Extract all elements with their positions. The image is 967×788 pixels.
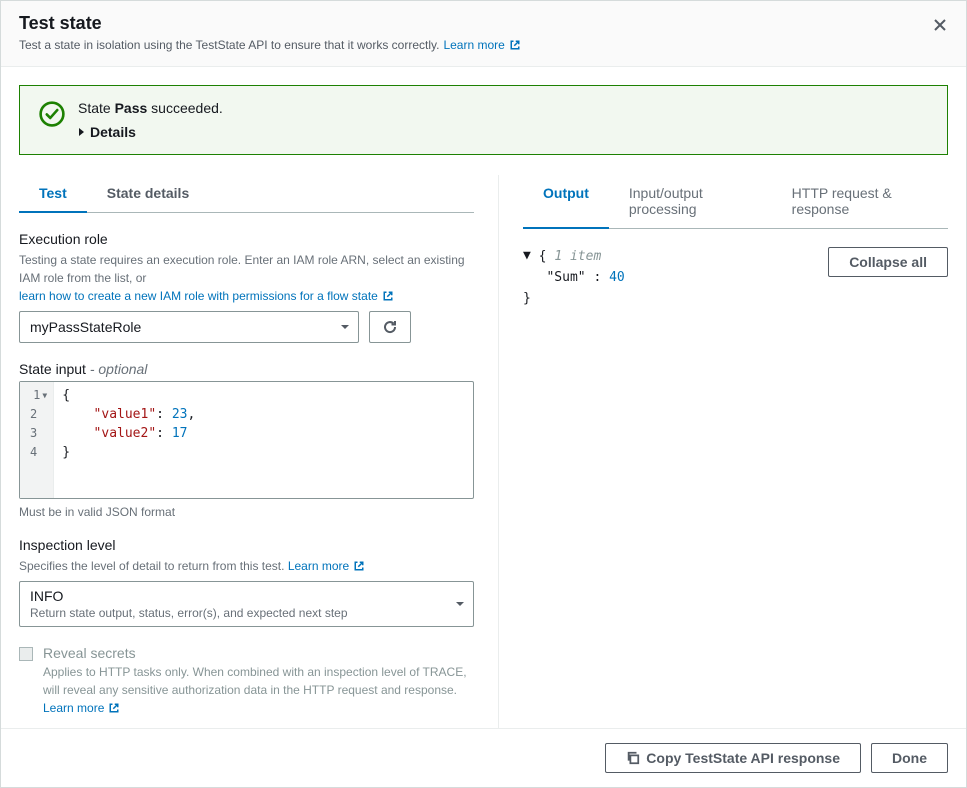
editor-gutter: 1▼ 2 3 4	[20, 382, 54, 498]
code-tok: 17	[172, 426, 188, 441]
details-label: Details	[90, 124, 136, 140]
state-input-label-optional: - optional	[86, 361, 147, 377]
alert-content: State Pass succeeded. Details	[78, 100, 929, 140]
code-tok: :	[156, 407, 172, 422]
modal-subtitle: Test a state in isolation using the Test…	[19, 38, 948, 52]
json-output: ▼ { 1 item "Sum" : 40 }	[523, 247, 625, 309]
state-input-field: State input - optional 1▼ 2 3 4 { "value…	[19, 361, 474, 519]
execution-role-help-text: Testing a state requires an execution ro…	[19, 253, 465, 285]
iam-role-link[interactable]: learn how to create a new IAM role with …	[19, 287, 394, 305]
learn-more-text: Learn more	[443, 38, 504, 52]
tab-io-processing[interactable]: Input/output processing	[609, 175, 772, 229]
tab-state-details[interactable]: State details	[87, 175, 209, 213]
execution-role-help: Testing a state requires an execution ro…	[19, 251, 474, 305]
reveal-learn-more-link[interactable]: Learn more	[43, 699, 120, 717]
line-num: 1	[33, 386, 40, 405]
inspection-value-desc: Return state output, status, error(s), a…	[30, 606, 445, 620]
editor-content[interactable]: { "value1": 23, "value2": 17 }	[54, 382, 203, 498]
alert-suffix: succeeded.	[147, 100, 223, 116]
tab-test[interactable]: Test	[19, 175, 87, 213]
caret-down-icon	[340, 324, 350, 330]
alert-prefix: State	[78, 100, 115, 116]
external-link-icon	[509, 39, 521, 51]
details-toggle[interactable]: Details	[78, 124, 136, 140]
code-tok: :	[156, 426, 172, 441]
close-button[interactable]	[928, 13, 952, 41]
refresh-button[interactable]	[369, 311, 411, 343]
reveal-secrets-checkbox	[19, 647, 33, 661]
inspection-level-label: Inspection level	[19, 537, 474, 553]
json-item-count: 1 item	[554, 249, 601, 264]
copy-icon	[626, 751, 640, 765]
modal-header: Test state Test a state in isolation usi…	[1, 1, 966, 67]
state-input-label-main: State input	[19, 361, 86, 377]
tab-output[interactable]: Output	[523, 175, 609, 229]
inspection-learn-more-link[interactable]: Learn more	[288, 557, 365, 575]
inspection-level-field: Inspection level Specifies the level of …	[19, 537, 474, 627]
execution-role-field: Execution role Testing a state requires …	[19, 231, 474, 343]
state-input-editor[interactable]: 1▼ 2 3 4 { "value1": 23, "value2": 17 }	[19, 381, 474, 499]
close-icon	[932, 17, 948, 33]
caret-right-icon	[78, 127, 86, 137]
reveal-secrets-help: Applies to HTTP tasks only. When combine…	[43, 663, 474, 717]
right-panel: Output Input/output processing HTTP requ…	[499, 175, 948, 728]
line-num: 3	[30, 424, 37, 443]
code-tok: "value2"	[94, 426, 157, 441]
learn-more-link[interactable]: Learn more	[443, 38, 520, 52]
inspection-level-select[interactable]: INFO Return state output, status, error(…	[19, 581, 474, 627]
tab-http[interactable]: HTTP request & response	[772, 175, 948, 229]
caret-down-icon[interactable]: ▼	[523, 246, 531, 267]
success-alert: State Pass succeeded. Details	[19, 85, 948, 155]
reveal-help-text: Applies to HTTP tasks only. When combine…	[43, 665, 467, 697]
inspection-learn-more-text: Learn more	[288, 557, 349, 575]
copy-response-button[interactable]: Copy TestState API response	[605, 743, 861, 773]
left-panel: Test State details Execution role Testin…	[19, 175, 499, 728]
success-icon	[38, 100, 66, 128]
copy-button-text: Copy TestState API response	[646, 750, 840, 766]
execution-role-value: myPassStateRole	[30, 319, 141, 335]
code-tok: "value1"	[94, 407, 157, 422]
line-num: 4	[30, 443, 37, 462]
reveal-secrets-field: Reveal secrets Applies to HTTP tasks onl…	[19, 645, 474, 717]
inspection-help-text: Specifies the level of detail to return …	[19, 559, 284, 573]
modal-title: Test state	[19, 13, 948, 34]
code-tok: 23	[172, 407, 188, 422]
json-sep: :	[586, 270, 609, 285]
external-link-icon	[108, 702, 120, 714]
code-tok: ,	[187, 407, 195, 422]
json-value: 40	[609, 270, 625, 285]
alert-title: State Pass succeeded.	[78, 100, 929, 116]
caret-down-icon	[455, 601, 465, 607]
execution-role-select[interactable]: myPassStateRole	[19, 311, 359, 343]
json-key: "Sum"	[546, 270, 585, 285]
refresh-icon	[382, 319, 398, 335]
modal-body: State Pass succeeded. Details Test State…	[1, 67, 966, 728]
inspection-level-help: Specifies the level of detail to return …	[19, 557, 474, 575]
line-num: 2	[30, 405, 37, 424]
reveal-learn-more-text: Learn more	[43, 699, 104, 717]
right-tabs: Output Input/output processing HTTP requ…	[523, 175, 948, 229]
modal-footer: Copy TestState API response Done	[1, 728, 966, 787]
left-tabs: Test State details	[19, 175, 474, 213]
inspection-value: INFO	[30, 588, 445, 604]
state-input-footnote: Must be in valid JSON format	[19, 505, 474, 519]
external-link-icon	[353, 560, 365, 572]
iam-role-link-text: learn how to create a new IAM role with …	[19, 287, 378, 305]
alert-state-name: Pass	[115, 100, 148, 116]
collapse-all-button[interactable]: Collapse all	[828, 247, 948, 277]
done-button[interactable]: Done	[871, 743, 948, 773]
code-tok: {	[62, 388, 70, 403]
output-area: ▼ { 1 item "Sum" : 40 } Collapse all	[523, 247, 948, 309]
execution-role-label: Execution role	[19, 231, 474, 247]
columns: Test State details Execution role Testin…	[19, 175, 948, 728]
external-link-icon	[382, 290, 394, 302]
state-input-label: State input - optional	[19, 361, 474, 377]
code-tok: }	[62, 445, 70, 460]
modal-subtitle-text: Test a state in isolation using the Test…	[19, 38, 439, 52]
reveal-secrets-label: Reveal secrets	[43, 645, 474, 661]
